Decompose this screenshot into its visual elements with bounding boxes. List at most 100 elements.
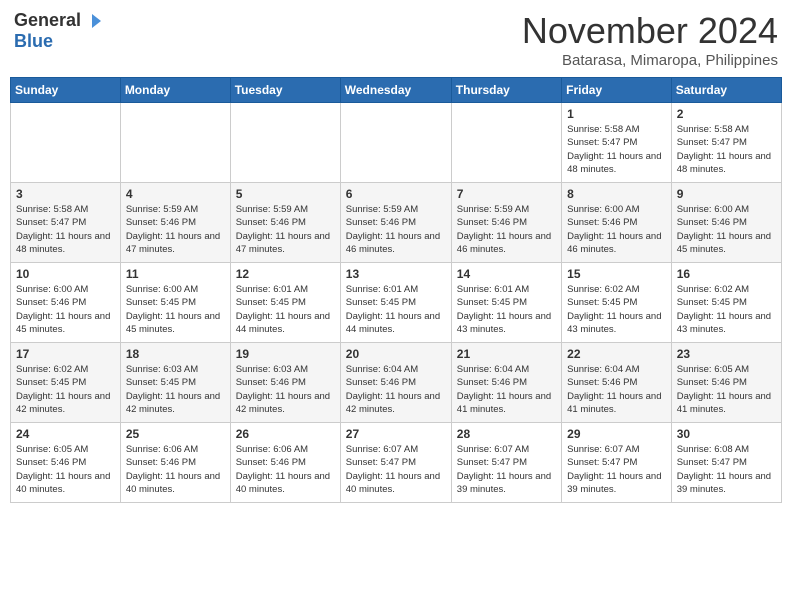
calendar-day-cell: 3 Sunrise: 5:58 AM Sunset: 5:47 PM Daylig… xyxy=(11,183,121,263)
day-info: Sunrise: 6:06 AM Sunset: 5:46 PM Dayligh… xyxy=(126,443,225,496)
calendar-day-cell: 2 Sunrise: 5:58 AM Sunset: 5:47 PM Daylig… xyxy=(671,103,781,183)
day-number: 25 xyxy=(126,427,225,441)
calendar-day-cell: 27 Sunrise: 6:07 AM Sunset: 5:47 PM Dayli… xyxy=(340,423,451,503)
calendar-day-cell: 25 Sunrise: 6:06 AM Sunset: 5:46 PM Dayli… xyxy=(120,423,230,503)
calendar-day-cell: 13 Sunrise: 6:01 AM Sunset: 5:45 PM Dayli… xyxy=(340,263,451,343)
day-info: Sunrise: 6:07 AM Sunset: 5:47 PM Dayligh… xyxy=(346,443,446,496)
day-info: Sunrise: 6:00 AM Sunset: 5:46 PM Dayligh… xyxy=(16,283,115,336)
day-number: 2 xyxy=(677,107,776,121)
day-number: 9 xyxy=(677,187,776,201)
calendar-day-cell: 9 Sunrise: 6:00 AM Sunset: 5:46 PM Daylig… xyxy=(671,183,781,263)
logo-general-text: General xyxy=(14,10,81,31)
day-of-week-header: Thursday xyxy=(451,78,561,103)
day-info: Sunrise: 6:00 AM Sunset: 5:46 PM Dayligh… xyxy=(677,203,776,256)
day-info: Sunrise: 6:05 AM Sunset: 5:46 PM Dayligh… xyxy=(677,363,776,416)
calendar-day-cell: 30 Sunrise: 6:08 AM Sunset: 5:47 PM Dayli… xyxy=(671,423,781,503)
day-info: Sunrise: 5:59 AM Sunset: 5:46 PM Dayligh… xyxy=(457,203,556,256)
calendar-day-cell: 21 Sunrise: 6:04 AM Sunset: 5:46 PM Dayli… xyxy=(451,343,561,423)
day-number: 24 xyxy=(16,427,115,441)
calendar-empty-cell xyxy=(451,103,561,183)
day-number: 8 xyxy=(567,187,666,201)
day-number: 13 xyxy=(346,267,446,281)
logo: General Blue xyxy=(14,10,101,52)
day-info: Sunrise: 6:03 AM Sunset: 5:45 PM Dayligh… xyxy=(126,363,225,416)
day-number: 28 xyxy=(457,427,556,441)
calendar-week-row: 17 Sunrise: 6:02 AM Sunset: 5:45 PM Dayli… xyxy=(11,343,782,423)
calendar-day-cell: 15Sunrise: 6:02 AM Sunset: 5:45 PM Dayli… xyxy=(562,263,672,343)
day-number: 16 xyxy=(677,267,776,281)
calendar-day-cell: 16Sunrise: 6:02 AM Sunset: 5:45 PM Dayli… xyxy=(671,263,781,343)
day-number: 23 xyxy=(677,347,776,361)
day-of-week-header: Wednesday xyxy=(340,78,451,103)
page-header: General Blue November 2024 Batarasa, Mim… xyxy=(10,10,782,69)
calendar-day-cell: 22Sunrise: 6:04 AM Sunset: 5:46 PM Dayli… xyxy=(562,343,672,423)
day-number: 26 xyxy=(236,427,335,441)
calendar-table: SundayMondayTuesdayWednesdayThursdayFrid… xyxy=(10,77,782,503)
calendar-day-cell: 17 Sunrise: 6:02 AM Sunset: 5:45 PM Dayli… xyxy=(11,343,121,423)
day-of-week-header: Tuesday xyxy=(230,78,340,103)
location: Batarasa, Mimaropa, Philippines xyxy=(522,52,778,69)
calendar-week-row: 3 Sunrise: 5:58 AM Sunset: 5:47 PM Daylig… xyxy=(11,183,782,263)
day-info: Sunrise: 6:08 AM Sunset: 5:47 PM Dayligh… xyxy=(677,443,776,496)
day-number: 1 xyxy=(567,107,666,121)
day-number: 5 xyxy=(236,187,335,201)
day-number: 22 xyxy=(567,347,666,361)
calendar-day-cell: 24 Sunrise: 6:05 AM Sunset: 5:46 PM Dayli… xyxy=(11,423,121,503)
calendar-day-cell: 23 Sunrise: 6:05 AM Sunset: 5:46 PM Dayli… xyxy=(671,343,781,423)
title-area: November 2024 Batarasa, Mimaropa, Philip… xyxy=(522,10,778,69)
day-number: 4 xyxy=(126,187,225,201)
day-info: Sunrise: 6:00 AM Sunset: 5:45 PM Dayligh… xyxy=(126,283,225,336)
day-number: 14 xyxy=(457,267,556,281)
month-title: November 2024 xyxy=(522,10,778,52)
day-info: Sunrise: 6:00 AM Sunset: 5:46 PM Dayligh… xyxy=(567,203,666,256)
calendar-day-cell: 19 Sunrise: 6:03 AM Sunset: 5:46 PM Dayli… xyxy=(230,343,340,423)
day-number: 6 xyxy=(346,187,446,201)
calendar-day-cell: 4 Sunrise: 5:59 AM Sunset: 5:46 PM Daylig… xyxy=(120,183,230,263)
calendar-day-cell: 14Sunrise: 6:01 AM Sunset: 5:45 PM Dayli… xyxy=(451,263,561,343)
calendar-week-row: 1 Sunrise: 5:58 AM Sunset: 5:47 PM Daylig… xyxy=(11,103,782,183)
day-info: Sunrise: 6:04 AM Sunset: 5:46 PM Dayligh… xyxy=(346,363,446,416)
calendar-empty-cell xyxy=(120,103,230,183)
calendar-day-cell: 6 Sunrise: 5:59 AM Sunset: 5:46 PM Daylig… xyxy=(340,183,451,263)
day-info: Sunrise: 6:02 AM Sunset: 5:45 PM Dayligh… xyxy=(567,283,666,336)
day-info: Sunrise: 5:58 AM Sunset: 5:47 PM Dayligh… xyxy=(16,203,115,256)
calendar-day-cell: 5 Sunrise: 5:59 AM Sunset: 5:46 PM Daylig… xyxy=(230,183,340,263)
day-number: 7 xyxy=(457,187,556,201)
day-number: 20 xyxy=(346,347,446,361)
logo-blue-text: Blue xyxy=(14,31,53,51)
day-info: Sunrise: 5:59 AM Sunset: 5:46 PM Dayligh… xyxy=(126,203,225,256)
day-info: Sunrise: 6:05 AM Sunset: 5:46 PM Dayligh… xyxy=(16,443,115,496)
calendar-day-cell: 28 Sunrise: 6:07 AM Sunset: 5:47 PM Dayli… xyxy=(451,423,561,503)
day-info: Sunrise: 5:59 AM Sunset: 5:46 PM Dayligh… xyxy=(236,203,335,256)
day-info: Sunrise: 6:07 AM Sunset: 5:47 PM Dayligh… xyxy=(567,443,666,496)
calendar-week-row: 10Sunrise: 6:00 AM Sunset: 5:46 PM Dayli… xyxy=(11,263,782,343)
logo-flag-icon xyxy=(83,12,101,30)
day-info: Sunrise: 5:59 AM Sunset: 5:46 PM Dayligh… xyxy=(346,203,446,256)
day-info: Sunrise: 5:58 AM Sunset: 5:47 PM Dayligh… xyxy=(567,123,666,176)
day-info: Sunrise: 6:04 AM Sunset: 5:46 PM Dayligh… xyxy=(457,363,556,416)
calendar-day-cell: 1 Sunrise: 5:58 AM Sunset: 5:47 PM Daylig… xyxy=(562,103,672,183)
day-of-week-header: Saturday xyxy=(671,78,781,103)
day-info: Sunrise: 6:03 AM Sunset: 5:46 PM Dayligh… xyxy=(236,363,335,416)
calendar-day-cell: 26Sunrise: 6:06 AM Sunset: 5:46 PM Dayli… xyxy=(230,423,340,503)
day-number: 11 xyxy=(126,267,225,281)
day-info: Sunrise: 5:58 AM Sunset: 5:47 PM Dayligh… xyxy=(677,123,776,176)
calendar-day-cell: 20 Sunrise: 6:04 AM Sunset: 5:46 PM Dayli… xyxy=(340,343,451,423)
day-number: 3 xyxy=(16,187,115,201)
calendar-day-cell: 11 Sunrise: 6:00 AM Sunset: 5:45 PM Dayli… xyxy=(120,263,230,343)
day-info: Sunrise: 6:07 AM Sunset: 5:47 PM Dayligh… xyxy=(457,443,556,496)
day-number: 12 xyxy=(236,267,335,281)
day-number: 27 xyxy=(346,427,446,441)
day-of-week-header: Friday xyxy=(562,78,672,103)
day-info: Sunrise: 6:02 AM Sunset: 5:45 PM Dayligh… xyxy=(16,363,115,416)
day-number: 19 xyxy=(236,347,335,361)
day-number: 21 xyxy=(457,347,556,361)
calendar-day-cell: 29Sunrise: 6:07 AM Sunset: 5:47 PM Dayli… xyxy=(562,423,672,503)
calendar-header-row: SundayMondayTuesdayWednesdayThursdayFrid… xyxy=(11,78,782,103)
calendar-empty-cell xyxy=(340,103,451,183)
calendar-empty-cell xyxy=(230,103,340,183)
day-number: 17 xyxy=(16,347,115,361)
calendar-day-cell: 7 Sunrise: 5:59 AM Sunset: 5:46 PM Daylig… xyxy=(451,183,561,263)
day-number: 30 xyxy=(677,427,776,441)
day-info: Sunrise: 6:01 AM Sunset: 5:45 PM Dayligh… xyxy=(346,283,446,336)
